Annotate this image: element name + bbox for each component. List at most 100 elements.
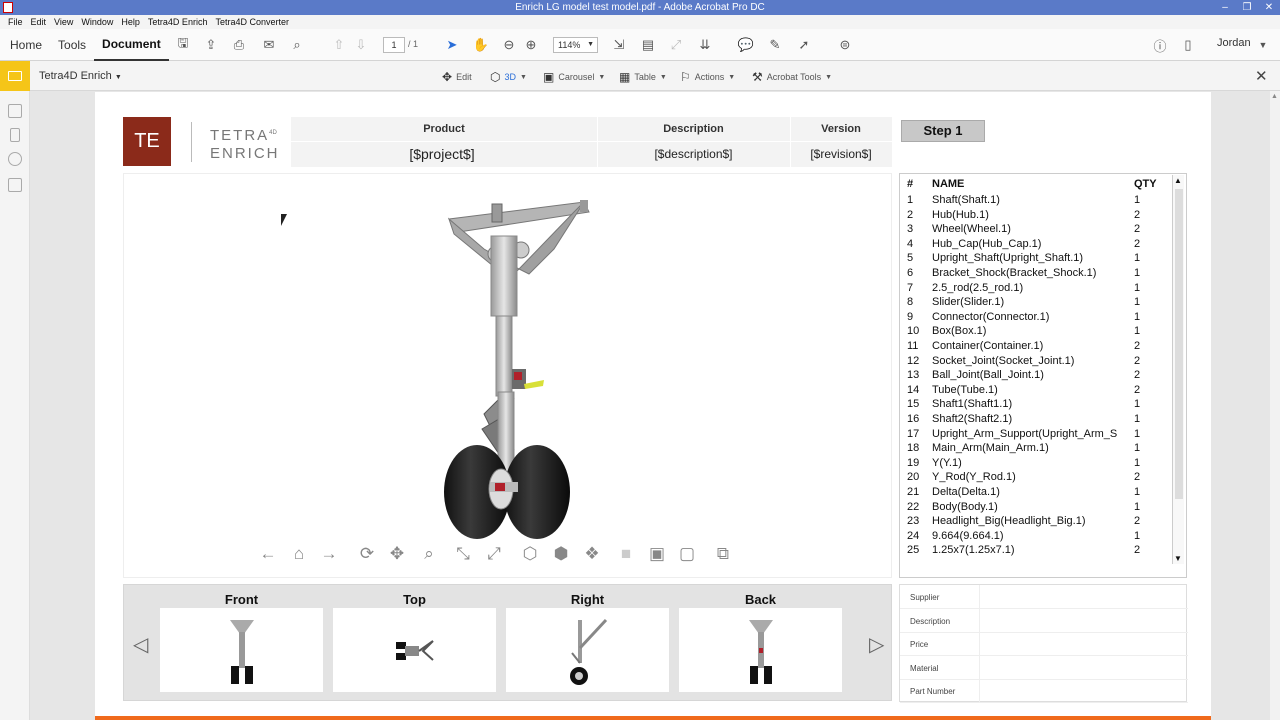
- page-number-input[interactable]: 1: [383, 37, 405, 53]
- bom-row[interactable]: 19 Y(Y.1) 1: [900, 457, 1172, 471]
- save-icon[interactable]: 🖫: [175, 35, 191, 53]
- view-thumbnail-right[interactable]: [506, 608, 669, 692]
- bom-row[interactable]: 2 Hub(Hub.1) 2: [900, 209, 1172, 223]
- comment-icon[interactable]: 💬: [738, 37, 754, 53]
- page-thumbnails-icon[interactable]: [8, 104, 22, 118]
- search-icon[interactable]: ⌕: [289, 37, 305, 53]
- email-icon[interactable]: ✉: [261, 37, 277, 53]
- carousel-tool[interactable]: ▣ Carousel ▼: [543, 70, 605, 84]
- bom-row[interactable]: 11 Container(Container.1) 2: [900, 340, 1172, 354]
- model-tree-icon[interactable]: [8, 178, 22, 192]
- bom-row[interactable]: 3 Wheel(Wheel.1) 2: [900, 223, 1172, 237]
- menu-file[interactable]: File: [4, 17, 27, 27]
- bom-row[interactable]: 4 Hub_Cap(Hub_Cap.1) 2: [900, 238, 1172, 252]
- bom-row[interactable]: 9 Connector(Connector.1) 1: [900, 311, 1172, 325]
- bom-row[interactable]: 15 Shaft1(Shaft1.1) 1: [900, 398, 1172, 412]
- fit-page-icon[interactable]: ⇲: [611, 37, 627, 53]
- sign-icon[interactable]: ➚: [796, 37, 812, 53]
- bom-row[interactable]: 22 Body(Body.1) 1: [900, 501, 1172, 515]
- render-shaded-icon[interactable]: ⬡: [519, 543, 541, 565]
- bom-row[interactable]: 6 Bracket_Shock(Bracket_Shock.1) 1: [900, 267, 1172, 281]
- step-button[interactable]: Step 1: [901, 120, 985, 142]
- bom-row[interactable]: 20 Y_Rod(Y_Rod.1) 2: [900, 471, 1172, 485]
- mobile-link-icon[interactable]: ▯: [1180, 37, 1196, 53]
- tab-tools[interactable]: Tools: [50, 29, 94, 61]
- restore-icon[interactable]: ❐: [1236, 0, 1258, 15]
- bom-row[interactable]: 16 Shaft2(Shaft2.1) 1: [900, 413, 1172, 427]
- shaded-cube-icon[interactable]: ▣: [646, 543, 668, 565]
- read-mode-icon[interactable]: ⊜: [837, 37, 853, 53]
- wireframe-cube-icon[interactable]: ▢: [676, 543, 698, 565]
- bom-row[interactable]: 21 Delta(Delta.1) 1: [900, 486, 1172, 500]
- rotate-icon[interactable]: ⟳: [356, 543, 378, 565]
- bom-row[interactable]: 12 Socket_Joint(Socket_Joint.1) 2: [900, 355, 1172, 369]
- document-scrollbar[interactable]: ▲: [1270, 91, 1280, 720]
- select-cursor-icon[interactable]: ➤: [444, 37, 460, 53]
- enrich-menu[interactable]: Tetra4D Enrich ▼: [39, 70, 122, 82]
- bom-row[interactable]: 23 Headlight_Big(Headlight_Big.1) 2: [900, 515, 1172, 529]
- prev-page-icon[interactable]: ⇧: [331, 37, 347, 53]
- minimize-icon[interactable]: –: [1214, 0, 1236, 15]
- carousel-prev-icon[interactable]: ◁: [133, 632, 148, 657]
- previous-view-icon[interactable]: ←: [257, 543, 279, 565]
- zoom-out-icon[interactable]: ⊖: [501, 37, 517, 53]
- 3d-tool[interactable]: ⬡ 3D ▼: [490, 70, 527, 84]
- tab-home[interactable]: Home: [2, 29, 50, 61]
- next-view-icon[interactable]: →: [318, 543, 340, 565]
- bom-row[interactable]: 10 Box(Box.1) 1: [900, 325, 1172, 339]
- print-icon[interactable]: ⎙: [231, 37, 247, 53]
- hand-tool-icon[interactable]: ✋: [473, 37, 489, 53]
- bom-row[interactable]: 14 Tube(Tube.1) 2: [900, 384, 1172, 398]
- scroll-up-icon[interactable]: ▲: [1174, 176, 1182, 185]
- user-name[interactable]: Jordan: [1217, 37, 1251, 49]
- bom-row[interactable]: 13 Ball_Joint(Ball_Joint.1) 2: [900, 369, 1172, 383]
- carousel-next-icon[interactable]: ▷: [869, 632, 884, 657]
- bom-row[interactable]: 17 Upright_Arm_Support(Upright_Arm_S 1: [900, 428, 1172, 442]
- next-page-icon[interactable]: ⇩: [353, 37, 369, 53]
- full-screen-icon[interactable]: ⤢: [668, 37, 684, 53]
- fullscreen-viewer-icon[interactable]: ⧉: [712, 543, 734, 565]
- table-tool[interactable]: ▦ Table ▼: [619, 70, 667, 84]
- tab-document[interactable]: Document: [94, 29, 169, 61]
- bom-row[interactable]: 8 Slider(Slider.1) 1: [900, 296, 1172, 310]
- zoom-in-icon[interactable]: ⊕: [523, 37, 539, 53]
- menu-window[interactable]: Window: [77, 17, 117, 27]
- bom-row[interactable]: 5 Upright_Shaft(Upright_Shaft.1) 1: [900, 252, 1172, 266]
- folder-icon[interactable]: [0, 61, 30, 91]
- bom-row[interactable]: 18 Main_Arm(Main_Arm.1) 1: [900, 442, 1172, 456]
- view-thumbnail-top[interactable]: [333, 608, 496, 692]
- 3d-viewer[interactable]: [123, 173, 892, 578]
- edit-tool[interactable]: ✥ Edit: [442, 70, 472, 84]
- bom-row[interactable]: 1 Shaft(Shaft.1) 1: [900, 194, 1172, 208]
- close-window-icon[interactable]: ✕: [1258, 0, 1280, 15]
- bom-row[interactable]: 25 1.25x7(1.25x7.1) 2: [900, 544, 1172, 558]
- scroll-mode-icon[interactable]: ▤: [640, 37, 656, 53]
- menu-tetra4d-converter[interactable]: Tetra4D Converter: [211, 17, 293, 27]
- view-thumbnail-back[interactable]: [679, 608, 842, 692]
- page-display-icon[interactable]: ⇊: [697, 37, 713, 53]
- bookmark-icon[interactable]: [10, 128, 20, 142]
- menu-tetra4d-enrich[interactable]: Tetra4D Enrich: [144, 17, 212, 27]
- help-icon[interactable]: ⓘ: [1152, 37, 1168, 54]
- zoom-select[interactable]: 114% ▼: [553, 37, 598, 53]
- fit-all-icon[interactable]: ⤡: [452, 543, 474, 565]
- highlight-pen-icon[interactable]: ✎: [767, 37, 783, 53]
- close-toolset-icon[interactable]: ✕: [1255, 67, 1268, 85]
- actions-tool[interactable]: ⚐ Actions ▼: [680, 70, 735, 84]
- scroll-up-icon[interactable]: ▲: [1271, 93, 1278, 100]
- attachment-icon[interactable]: [8, 152, 22, 166]
- bom-row[interactable]: 7 2.5_rod(2.5_rod.1) 1: [900, 282, 1172, 296]
- menu-view[interactable]: View: [50, 17, 77, 27]
- explode-icon[interactable]: ⤢: [483, 543, 505, 565]
- user-menu-chevron-icon[interactable]: ▼: [1255, 37, 1271, 53]
- bom-row[interactable]: 24 9.664(9.664.1) 1: [900, 530, 1172, 544]
- menu-edit[interactable]: Edit: [27, 17, 51, 27]
- solid-cube-icon[interactable]: ■: [615, 543, 637, 565]
- acrobat-tools-tool[interactable]: ⚒ Acrobat Tools ▼: [752, 70, 832, 84]
- render-hidden-icon[interactable]: ❖: [581, 543, 603, 565]
- pan-icon[interactable]: ✥: [386, 543, 408, 565]
- landing-gear-model[interactable]: [124, 174, 893, 544]
- zoom-icon[interactable]: ⌕: [418, 543, 440, 565]
- bom-scroll-thumb[interactable]: [1175, 189, 1183, 499]
- upload-icon[interactable]: ⇪: [203, 37, 219, 53]
